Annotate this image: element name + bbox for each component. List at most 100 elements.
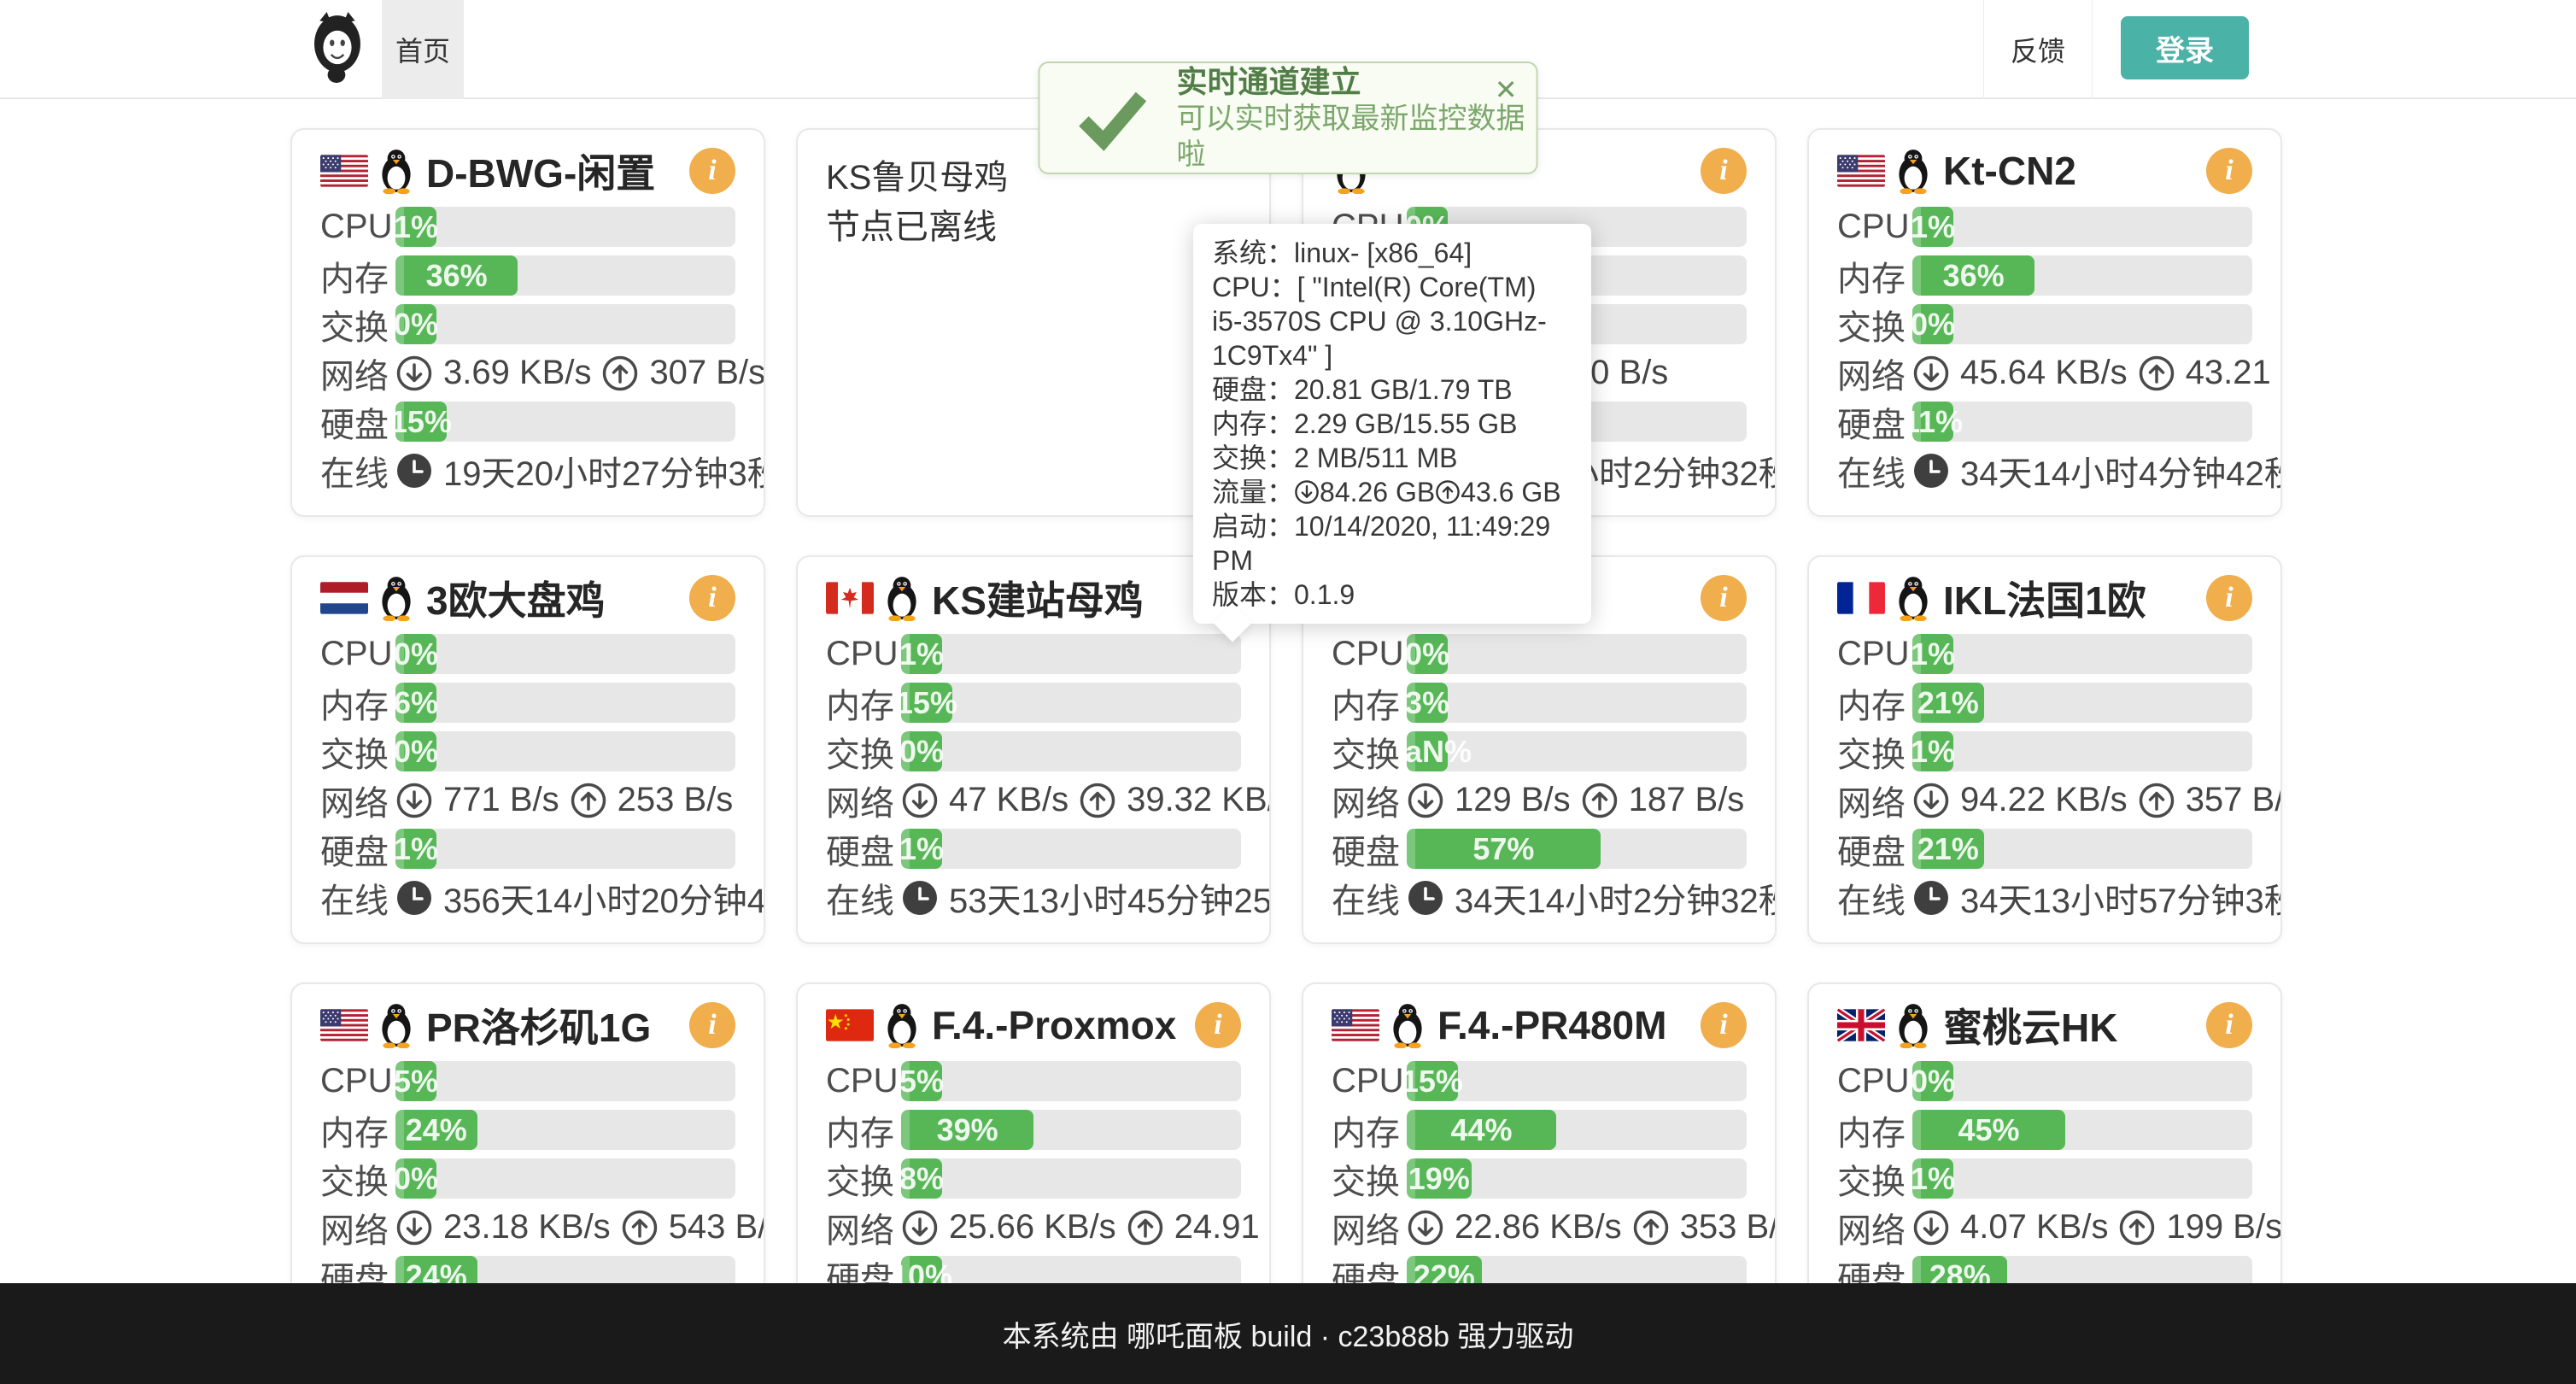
tooltip-row: 流量：84.26 GB43.6 GB (1212, 475, 1572, 509)
memory-bar: 39% (901, 1110, 1241, 1150)
info-icon[interactable]: i (2206, 148, 2252, 194)
memory-row: 内存 45% (1837, 1110, 2252, 1150)
nav-tab-feedback[interactable]: 反馈 (1983, 0, 2093, 99)
arrow-circle-up-icon (2118, 1209, 2156, 1246)
download-speed: 771 B/s (443, 781, 559, 819)
server-name: D-BWG-闲置 (426, 143, 689, 199)
info-icon[interactable]: i (2206, 1002, 2252, 1048)
network-stats: 25.66 KB/s 24.91 KB/s (901, 1208, 1271, 1246)
memory-label: 内存 (320, 1105, 395, 1155)
memory-label: 内存 (1332, 678, 1407, 728)
online-row: 在线 34天14小时4分钟42秒 (1837, 450, 2252, 490)
arrow-circle-down-icon (1912, 355, 1950, 392)
swap-label: 交换 (320, 300, 395, 349)
cpu-label: CPU (1332, 635, 1407, 673)
tooltip-row: 交换：2 MB/511 MB (1212, 441, 1572, 475)
info-icon[interactable]: i (1701, 148, 1747, 194)
tooltip-row: CPU：[ "Intel(R) Core(TM) i5-3570S CPU @ … (1212, 270, 1572, 372)
arrow-circle-down-icon (1294, 477, 1320, 507)
disk-percent: 1% (395, 831, 438, 867)
disk-percent: 1% (901, 831, 944, 867)
clock-icon (901, 879, 939, 917)
nav-tab-home[interactable]: 首页 (382, 0, 464, 99)
cpu-percent: 1% (395, 209, 438, 245)
cpu-percent: 5% (395, 1064, 438, 1100)
login-button[interactable]: 登录 (2121, 16, 2249, 79)
swap-bar: 0% (901, 731, 1241, 771)
memory-percent: 15% (901, 685, 957, 721)
disk-bar: 57% (1407, 829, 1747, 869)
close-icon[interactable]: ✕ (1495, 73, 1518, 106)
network-label: 网络 (1332, 1203, 1407, 1252)
memory-bar: 24% (395, 1110, 735, 1150)
memory-row: 内存 36% (1837, 255, 2252, 296)
arrow-circle-up-icon (601, 355, 639, 392)
cpu-percent: 0% (1407, 636, 1449, 672)
cpu-row: CPU 1% (1837, 634, 2252, 674)
tooltip-row: 启动：10/14/2020, 11:49:29 PM (1212, 509, 1572, 578)
tooltip-row: 系统：linux- [x86_64] (1212, 236, 1572, 270)
cpu-row: CPU 0% (1837, 1061, 2252, 1101)
network-row: 网络 45.64 KB/s 43.21 KB/s (1837, 353, 2252, 393)
memory-bar: 21% (1912, 683, 2252, 723)
online-duration: 34天14小时4分钟42秒 (1960, 446, 2282, 496)
disk-bar: 15% (395, 402, 735, 442)
info-icon[interactable]: i (689, 148, 735, 194)
upload-speed: 43.21 KB/s (2186, 354, 2282, 392)
memory-bar: 36% (1912, 255, 2252, 296)
online-duration: 34天13小时57分钟3秒 (1960, 873, 2282, 923)
swap-label: 交换 (1332, 727, 1407, 777)
server-name: KS建站母鸡 (932, 570, 1195, 626)
disk-bar: 21% (1912, 829, 2252, 869)
cpu-bar: 1% (395, 207, 735, 247)
memory-percent: 36% (426, 258, 488, 294)
online-stats: 356天14小时20分钟40秒 (395, 873, 765, 923)
memory-percent: 45% (1958, 1112, 2020, 1148)
disk-percent: 11% (1912, 404, 1963, 440)
linux-tux-icon (882, 1002, 922, 1048)
server-name: F.4.-Proxmox (932, 1002, 1195, 1048)
network-row: 网络 129 B/s 187 B/s (1332, 780, 1747, 820)
swap-row: 交换 8% (826, 1158, 1241, 1199)
online-label: 在线 (1837, 873, 1912, 923)
info-icon[interactable]: i (689, 1002, 735, 1048)
memory-row: 内存 24% (320, 1110, 735, 1150)
memory-percent: 6% (395, 685, 438, 721)
cpu-row: CPU 1% (826, 634, 1241, 674)
online-row: 在线 34天13小时57分钟3秒 (1837, 877, 2252, 918)
disk-row: 硬盘 1% (826, 829, 1241, 869)
linux-tux-icon (1894, 148, 1933, 194)
cpu-row: CPU 0% (1332, 634, 1747, 674)
cpu-percent: 15% (1407, 1064, 1463, 1100)
network-label: 网络 (320, 776, 395, 825)
country-flag-icon (320, 154, 368, 188)
arrow-circle-down-icon (1407, 782, 1444, 819)
tooltip-row: 内存：2.29 GB/15.55 GB (1212, 407, 1572, 441)
network-row: 网络 25.66 KB/s 24.91 KB/s (826, 1207, 1241, 1247)
site-logo[interactable] (313, 12, 361, 85)
memory-row: 内存 39% (826, 1110, 1241, 1150)
tooltip-rows: 系统：linux- [x86_64]CPU：[ "Intel(R) Core(T… (1212, 236, 1572, 612)
disk-row: 硬盘 15% (320, 402, 735, 442)
info-icon[interactable]: i (2206, 575, 2252, 621)
network-row: 网络 771 B/s 253 B/s (320, 780, 735, 820)
memory-label: 内存 (1837, 1105, 1912, 1155)
info-icon[interactable]: i (1701, 1002, 1747, 1048)
memory-label: 内存 (320, 251, 395, 301)
memory-row: 内存 6% (320, 683, 735, 723)
download-speed: 45.64 KB/s (1960, 354, 2128, 392)
arrow-circle-up-icon (1581, 782, 1619, 819)
online-stats: 34天13小时57分钟3秒 (1912, 873, 2282, 923)
info-icon[interactable]: i (1195, 1002, 1241, 1048)
linux-tux-icon (1388, 1002, 1427, 1048)
memory-label: 内存 (826, 1105, 901, 1155)
disk-bar: 1% (395, 829, 735, 869)
arrow-circle-up-icon (1435, 477, 1461, 507)
arrow-circle-up-icon (1079, 782, 1116, 819)
server-card: IKL法国1欧 i CPU 1% 内存 21% 交换 1% 网络 94.22 K (1807, 555, 2282, 944)
info-icon[interactable]: i (689, 575, 735, 621)
online-duration: 34天14小时2分钟32秒 (1455, 873, 1777, 923)
swap-percent: NaN% (1407, 734, 1472, 770)
info-icon[interactable]: i (1701, 575, 1747, 621)
disk-bar: 1% (901, 829, 1241, 869)
